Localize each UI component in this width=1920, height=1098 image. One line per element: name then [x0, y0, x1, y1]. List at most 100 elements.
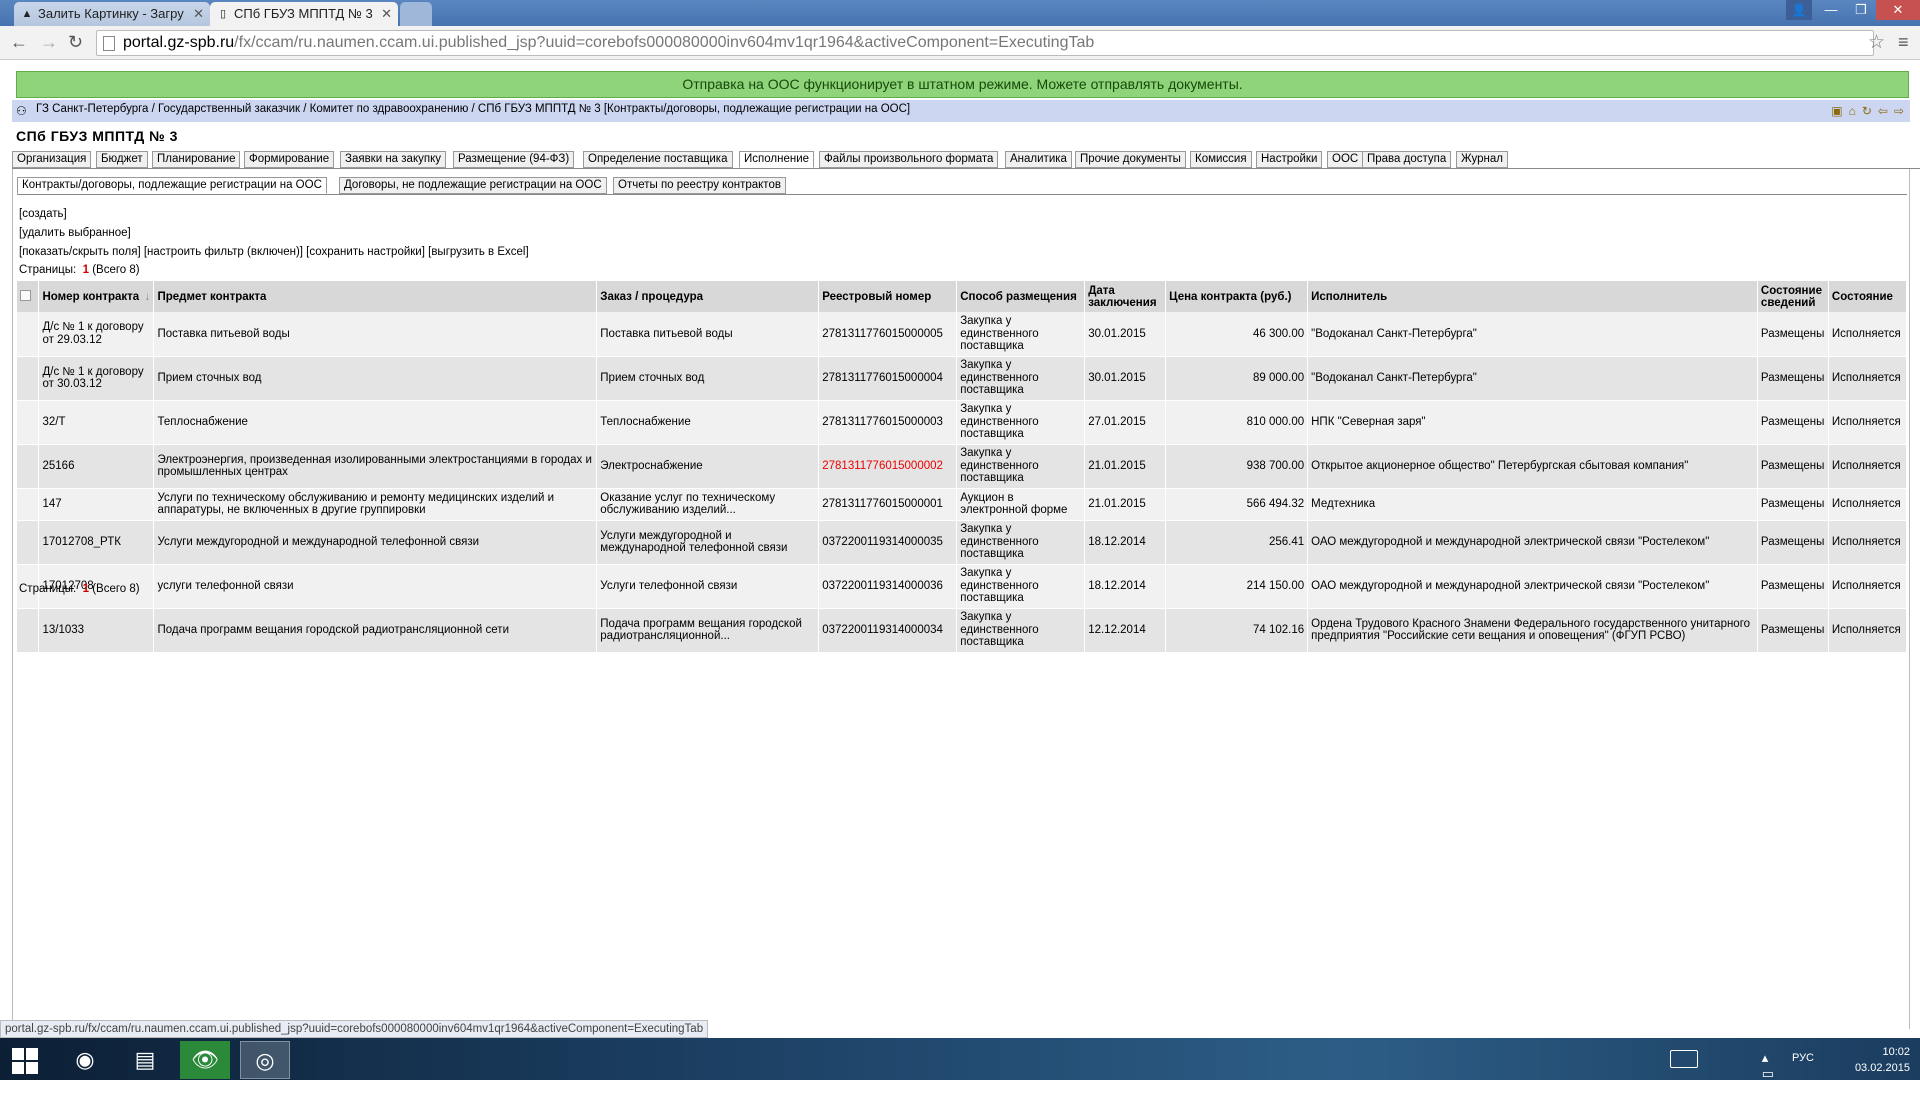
- windows-start-icon[interactable]: [10, 1046, 38, 1074]
- cell-registry[interactable]: 2781311776015000003: [818, 400, 958, 445]
- user-profile-icon[interactable]: 👤: [1786, 0, 1812, 20]
- browser-tab-strip: ▲ Залить Картинку - Загру ✕ ▯ СПб ГБУЗ М…: [0, 0, 1920, 26]
- bookmark-star-icon[interactable]: ☆: [1868, 31, 1885, 54]
- col-header-supplier[interactable]: Исполнитель: [1307, 281, 1758, 312]
- cell-registry[interactable]: 2781311776015000005: [818, 312, 958, 357]
- reload-icon[interactable]: ↻: [68, 32, 83, 52]
- cell-registry[interactable]: 0372200119314000034: [818, 608, 958, 653]
- home-icon[interactable]: ⌂: [1849, 102, 1856, 120]
- back-arrow-icon[interactable]: ←: [10, 32, 28, 52]
- row-checkbox[interactable]: [17, 488, 40, 521]
- tab-planirovanie[interactable]: Планирование: [152, 151, 241, 168]
- col-header-registry[interactable]: Реестровый номер: [818, 281, 958, 312]
- pager-page[interactable]: 1: [83, 583, 89, 595]
- subtab-registered[interactable]: Контракты/договоры, подлежащие регистрац…: [17, 177, 327, 194]
- clock[interactable]: 10:02 03.02.2015: [1830, 1044, 1910, 1076]
- pager-page[interactable]: 1: [83, 264, 89, 276]
- minimize-icon[interactable]: —: [1816, 0, 1846, 20]
- col-header-price[interactable]: Цена контракта (руб.): [1165, 281, 1309, 312]
- cell-number[interactable]: 25166: [38, 444, 155, 489]
- select-all-checkbox[interactable]: [17, 281, 40, 312]
- tab-prava[interactable]: Права доступа: [1362, 151, 1452, 168]
- tab-formirovanie[interactable]: Формирование: [244, 151, 335, 168]
- cell-number[interactable]: 32/Т: [38, 400, 155, 445]
- col-header-method[interactable]: Способ размещения: [956, 281, 1086, 312]
- new-tab-button[interactable]: [400, 2, 432, 26]
- print-icon[interactable]: ▣: [1831, 102, 1842, 120]
- tab-opredelenie[interactable]: Определение поставщика: [583, 151, 733, 168]
- cell-number[interactable]: 147: [38, 488, 155, 521]
- filter-link[interactable]: [настроить фильтр (включен)]: [144, 246, 303, 258]
- tab-organizacia[interactable]: Организация: [12, 151, 92, 168]
- col-header-date[interactable]: Дата заключения: [1084, 281, 1167, 312]
- tab-ispolnenie[interactable]: Исполнение: [739, 151, 815, 168]
- col-header-subject[interactable]: Предмет контракта: [153, 281, 598, 312]
- cell-number[interactable]: 17012708_РТК: [38, 520, 155, 565]
- create-link[interactable]: [создать]: [19, 207, 67, 221]
- row-checkbox[interactable]: [17, 312, 40, 357]
- tab-zhurnal[interactable]: Журнал: [1456, 151, 1508, 168]
- tab-razmeshchenie[interactable]: Размещение (94-ФЗ): [453, 151, 575, 168]
- table-row[interactable]: 17012708_РТК Услуги междугородной и между…: [17, 520, 1908, 565]
- tab-oos[interactable]: ООС: [1327, 151, 1364, 168]
- forward-arrow-icon[interactable]: →: [40, 32, 58, 52]
- col-header-state[interactable]: Состояние: [1828, 281, 1908, 312]
- keyboard-icon[interactable]: [1670, 1050, 1698, 1068]
- table-row[interactable]: 25166 Электроэнергия, произведенная изоли…: [17, 444, 1908, 489]
- tray-icons[interactable]: ▴ ▭ ◂: [1762, 1050, 1780, 1098]
- forward-icon[interactable]: ⇨: [1894, 102, 1904, 120]
- browser-tab-2[interactable]: ▯ СПб ГБУЗ МППТД № 3 ✕: [210, 2, 398, 26]
- cell-registry[interactable]: 2781311776015000002: [818, 444, 958, 489]
- subtab-reports[interactable]: Отчеты по реестру контрактов: [613, 177, 786, 194]
- close-tab-2-icon[interactable]: ✕: [381, 2, 392, 26]
- url-input[interactable]: portal.gz-spb.ru/fx/ccam/ru.naumen.ccam.…: [96, 30, 1874, 56]
- cell-registry[interactable]: 2781311776015000001: [818, 488, 958, 521]
- delete-selected-link[interactable]: [удалить выбранное]: [19, 226, 131, 240]
- table-row[interactable]: Д/с № 1 к договору от 30.03.12 Прием сточ…: [17, 356, 1908, 401]
- table-row[interactable]: 32/Т Теплоснабжение Теплоснабжение 27813117…: [17, 400, 1908, 445]
- save-settings-link[interactable]: [сохранить настройки]: [306, 246, 425, 258]
- table-row[interactable]: 17012708 услуги телефонной связи Услуги те…: [17, 564, 1908, 609]
- tab-budzhet[interactable]: Бюджет: [96, 151, 148, 168]
- cell-registry[interactable]: 0372200119314000036: [818, 564, 958, 609]
- chrome-icon[interactable]: ◎: [240, 1041, 290, 1079]
- table-row[interactable]: 147 Услуги по техническому обслуживанию и…: [17, 488, 1908, 521]
- table-row[interactable]: Д/с № 1 к договору от 29.03.12 Поставка п…: [17, 312, 1908, 357]
- row-checkbox[interactable]: [17, 356, 40, 401]
- browser-menu-icon[interactable]: ≡: [1898, 32, 1909, 53]
- subtab-not-registered[interactable]: Договоры, не подлежащие регистрации на О…: [339, 177, 607, 194]
- tab-analitika[interactable]: Аналитика: [1005, 151, 1072, 168]
- tab-zayavki[interactable]: Заявки на закупку: [340, 151, 446, 168]
- row-checkbox[interactable]: [17, 444, 40, 489]
- table-row[interactable]: 13/1033 Подача программ вещания городской…: [17, 608, 1908, 653]
- file-explorer-icon[interactable]: ▤: [120, 1041, 170, 1079]
- col-header-order[interactable]: Заказ / процедура: [596, 281, 820, 312]
- cell-number[interactable]: Д/с № 1 к договору от 30.03.12: [38, 356, 155, 401]
- language-indicator[interactable]: РУС: [1792, 1052, 1814, 1064]
- browser-tab-1[interactable]: ▲ Залить Картинку - Загру ✕: [14, 2, 210, 26]
- sort-down-icon[interactable]: ↓: [145, 291, 151, 303]
- col-header-number[interactable]: Номер контракта ↓: [38, 281, 155, 312]
- eye-app-icon[interactable]: 👁: [180, 1041, 230, 1079]
- refresh-icon[interactable]: ↻: [1862, 102, 1872, 120]
- cell-number[interactable]: 13/1033: [38, 608, 155, 653]
- cell-number[interactable]: Д/с № 1 к договору от 29.03.12: [38, 312, 155, 357]
- col-header-info-state[interactable]: Состояние сведений: [1757, 281, 1829, 312]
- tab-faily[interactable]: Файлы произвольного формата: [819, 151, 999, 168]
- tab-komissia[interactable]: Комиссия: [1190, 151, 1252, 168]
- row-checkbox[interactable]: [17, 608, 40, 653]
- toggle-fields-link[interactable]: [показать/скрыть поля]: [19, 246, 141, 258]
- tab-prochie[interactable]: Прочие документы: [1075, 151, 1186, 168]
- export-excel-link[interactable]: [выгрузить в Excel]: [428, 246, 529, 258]
- cell-registry[interactable]: 0372200119314000035: [818, 520, 958, 565]
- media-player-icon[interactable]: ◉: [60, 1041, 110, 1079]
- cell-registry[interactable]: 2781311776015000004: [818, 356, 958, 401]
- row-checkbox[interactable]: [17, 520, 40, 565]
- row-checkbox[interactable]: [17, 400, 40, 445]
- back-icon[interactable]: ⇦: [1878, 102, 1888, 120]
- tab-nastroiki[interactable]: Настройки: [1256, 151, 1323, 168]
- breadcrumb-text[interactable]: ГЗ Санкт-Петербурга / Государственный за…: [36, 103, 910, 115]
- close-tab-1-icon[interactable]: ✕: [193, 2, 204, 26]
- close-window-icon[interactable]: ✕: [1876, 0, 1920, 20]
- restore-icon[interactable]: ❐: [1846, 0, 1876, 20]
